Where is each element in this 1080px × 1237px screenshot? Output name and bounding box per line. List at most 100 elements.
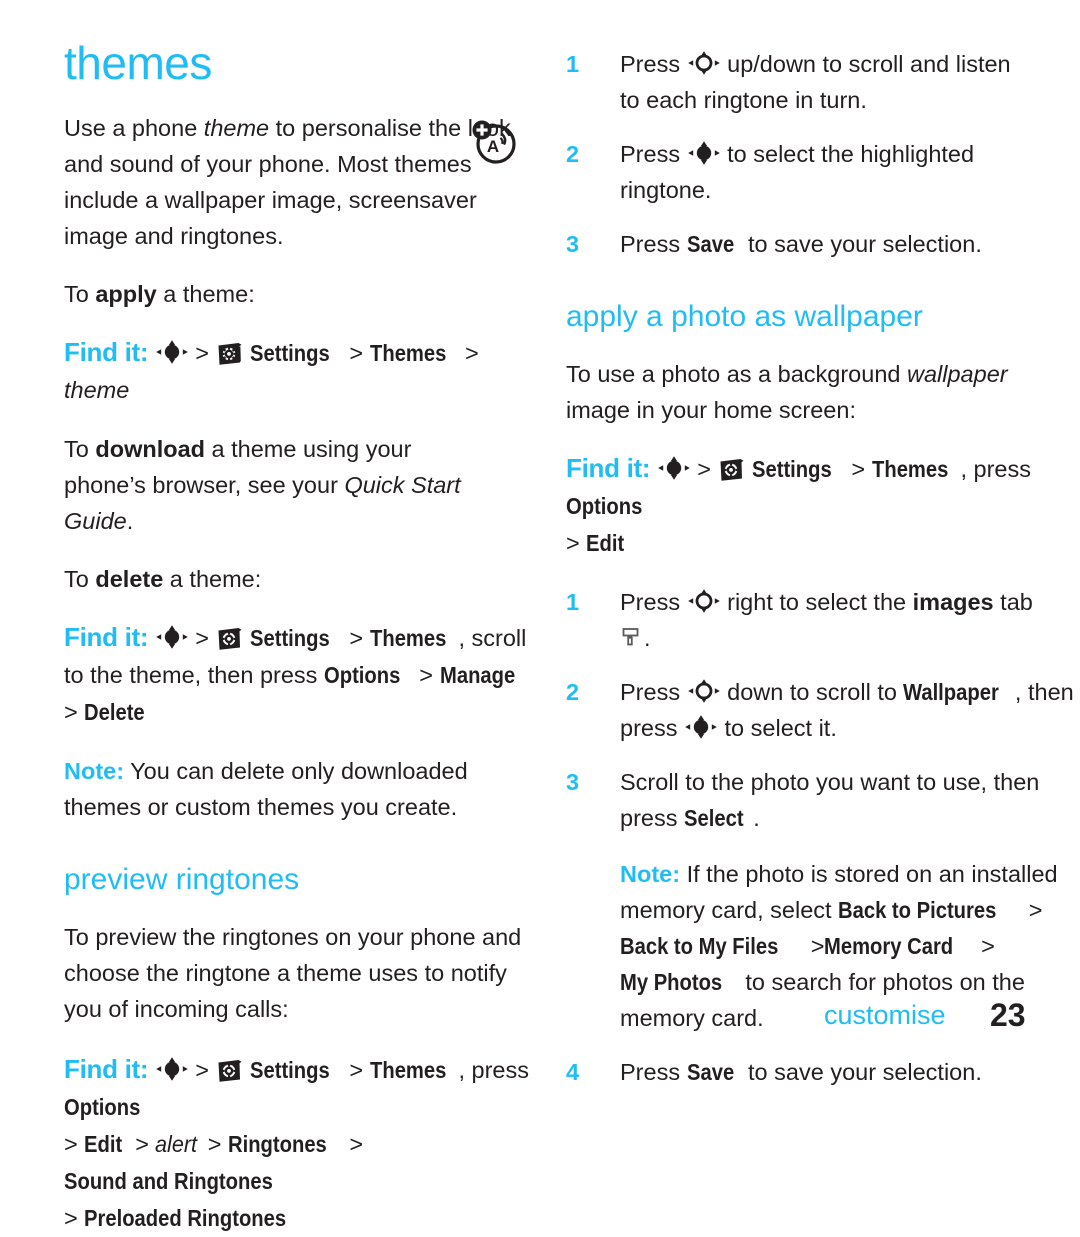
findit-label: Find it: <box>64 337 149 367</box>
preview-ringtones-title: preview ringtones <box>64 863 300 896</box>
step-item: 4 Press Save to save your selection. <box>566 1054 1036 1090</box>
findit-word-themes: Themes <box>871 456 949 482</box>
step-text-4: to select it. <box>718 715 837 741</box>
navigation-key-select-icon <box>155 339 189 365</box>
findit-wallpaper-mid: , press <box>960 456 1031 482</box>
settings-gear-icon <box>216 342 244 366</box>
download-t1: To <box>64 436 96 462</box>
findit-sep-2: > <box>349 625 364 651</box>
right-column: 1 Press up/down to scroll and listen to … <box>566 0 1074 1090</box>
findit-sep-2: > <box>349 1057 364 1083</box>
wallpaper-title: apply a photo as wallpaper <box>566 300 923 333</box>
apply-lead-t1: To <box>64 281 96 307</box>
download-t5: . <box>126 508 134 534</box>
findit-sep-1: > <box>195 340 210 366</box>
manual-page: themes Use a phone theme to personalise … <box>0 0 1080 1231</box>
step-text-2: . <box>753 805 760 831</box>
navigation-key-select-icon <box>657 455 691 481</box>
findit-sep-l2d: > <box>349 1131 364 1157</box>
intro-text-1: Use a phone <box>64 115 204 141</box>
settings-gear-icon <box>718 458 746 482</box>
step-number: 1 <box>566 51 580 77</box>
findit-word-settings: Settings <box>250 1057 330 1083</box>
step-number: 2 <box>566 679 580 705</box>
findit-word-settings: Settings <box>250 625 330 651</box>
step-text-1: Press <box>620 51 687 77</box>
findit-sep-l3: > <box>64 1205 78 1231</box>
step-text-2: to save your selection. <box>741 1059 982 1085</box>
step-text-2: down to scroll to <box>720 679 904 705</box>
note-delete: Note: You can delete only downloaded the… <box>64 753 534 825</box>
findit-preview-mid: , press <box>458 1057 529 1083</box>
delete-lead-t3: a theme: <box>163 566 262 592</box>
step-text-2: right to select the <box>720 589 913 615</box>
settings-gear-icon <box>216 627 244 651</box>
step-text-1: Press <box>620 1059 687 1085</box>
findit-word-sound-and-ringtones: Sound and Ringtones <box>64 1168 273 1194</box>
findit-word-alert: alert <box>155 1131 198 1157</box>
navigation-key-scroll-icon <box>687 50 721 76</box>
apply-lead: To apply a theme: <box>64 276 534 312</box>
findit-sep-l2b: > <box>135 1131 149 1157</box>
findit-word-manage: Manage <box>439 662 515 688</box>
download-paragraph: To download a theme using your phone’s b… <box>64 431 484 539</box>
apply-lead-bold: apply <box>95 281 157 307</box>
settings-gear-icon <box>216 1059 244 1083</box>
step-number: 4 <box>566 1059 580 1085</box>
findit-label: Find it: <box>566 453 651 483</box>
navigation-key-select-icon <box>155 1056 189 1082</box>
download-bold: download <box>95 436 206 462</box>
step-text-1: Press <box>620 141 687 167</box>
findit-sep-1: > <box>195 625 210 651</box>
step-number: 2 <box>566 141 580 167</box>
findit-sep-l2c: > <box>207 1131 222 1157</box>
findit-word-theme: theme <box>64 377 130 403</box>
findit-word-options: Options <box>323 662 401 688</box>
findit-word-edit: Edit <box>586 530 625 556</box>
page-title: themes <box>64 37 212 89</box>
findit-delete: Find it: > Settings > Themes , scroll to… <box>64 619 534 731</box>
svg-text:A: A <box>487 137 499 156</box>
note-sep-3: > <box>981 933 995 959</box>
step-text-3: tab <box>993 589 1033 615</box>
note-word-back-to-my-files: Back to My Files <box>620 933 779 959</box>
step-word-select: Select <box>684 805 744 831</box>
wallpaper-t3: image in your home screen: <box>566 397 856 423</box>
wallpaper-paragraph: To use a photo as a background wallpaper… <box>566 356 1016 428</box>
page-number: 23 <box>990 997 1026 1033</box>
step-word-wallpaper: Wallpaper <box>903 679 1000 705</box>
delete-lead: To delete a theme: <box>64 561 534 597</box>
findit-word-settings: Settings <box>752 456 832 482</box>
note-sep-1: > <box>1028 897 1043 923</box>
findit-word-themes: Themes <box>369 340 447 366</box>
findit-word-preloaded-ringtones: Preloaded Ringtones <box>84 1205 287 1231</box>
note-label: Note: <box>620 861 681 887</box>
step-word-save: Save <box>686 1059 734 1085</box>
apply-lead-t3: a theme: <box>156 281 255 307</box>
step-item: 1 Press right to select the images tab . <box>566 584 1036 656</box>
findit-word-themes: Themes <box>369 625 447 651</box>
findit-sep-2: > <box>851 456 866 482</box>
step-text-2: to save your selection. <box>741 231 982 257</box>
page-footer: customise 23 <box>0 995 1080 1055</box>
findit-word-settings: Settings <box>250 340 330 366</box>
findit-word-delete: Delete <box>84 699 145 725</box>
chapter-label: customise <box>824 1000 946 1030</box>
step-text-1: Press <box>620 589 687 615</box>
step-item: 2 Press down to scroll to Wallpaper, the… <box>566 674 1080 746</box>
findit-sep-4: > <box>64 699 78 725</box>
step-text-1: Press <box>620 679 687 705</box>
navigation-key-select-icon <box>687 140 721 166</box>
paint-roller-images-tab-icon <box>620 626 644 650</box>
wallpaper-t1: To use a photo as a background <box>566 361 907 387</box>
findit-sep-1: > <box>697 456 712 482</box>
step-text-1: Scroll to the photo you want to use, the… <box>620 769 1040 831</box>
themes-personalise-icon: A <box>470 118 518 171</box>
step-item: 3 Press Save to save your selection. <box>566 226 1036 262</box>
intro-paragraph: Use a phone theme to personalise the loo… <box>64 110 519 254</box>
findit-label: Find it: <box>64 622 149 652</box>
step-number: 3 <box>566 769 580 795</box>
step-bold-images: images <box>912 589 994 615</box>
note-word-memory-card: Memory Card <box>824 933 954 959</box>
findit-sep-3: > <box>419 662 434 688</box>
